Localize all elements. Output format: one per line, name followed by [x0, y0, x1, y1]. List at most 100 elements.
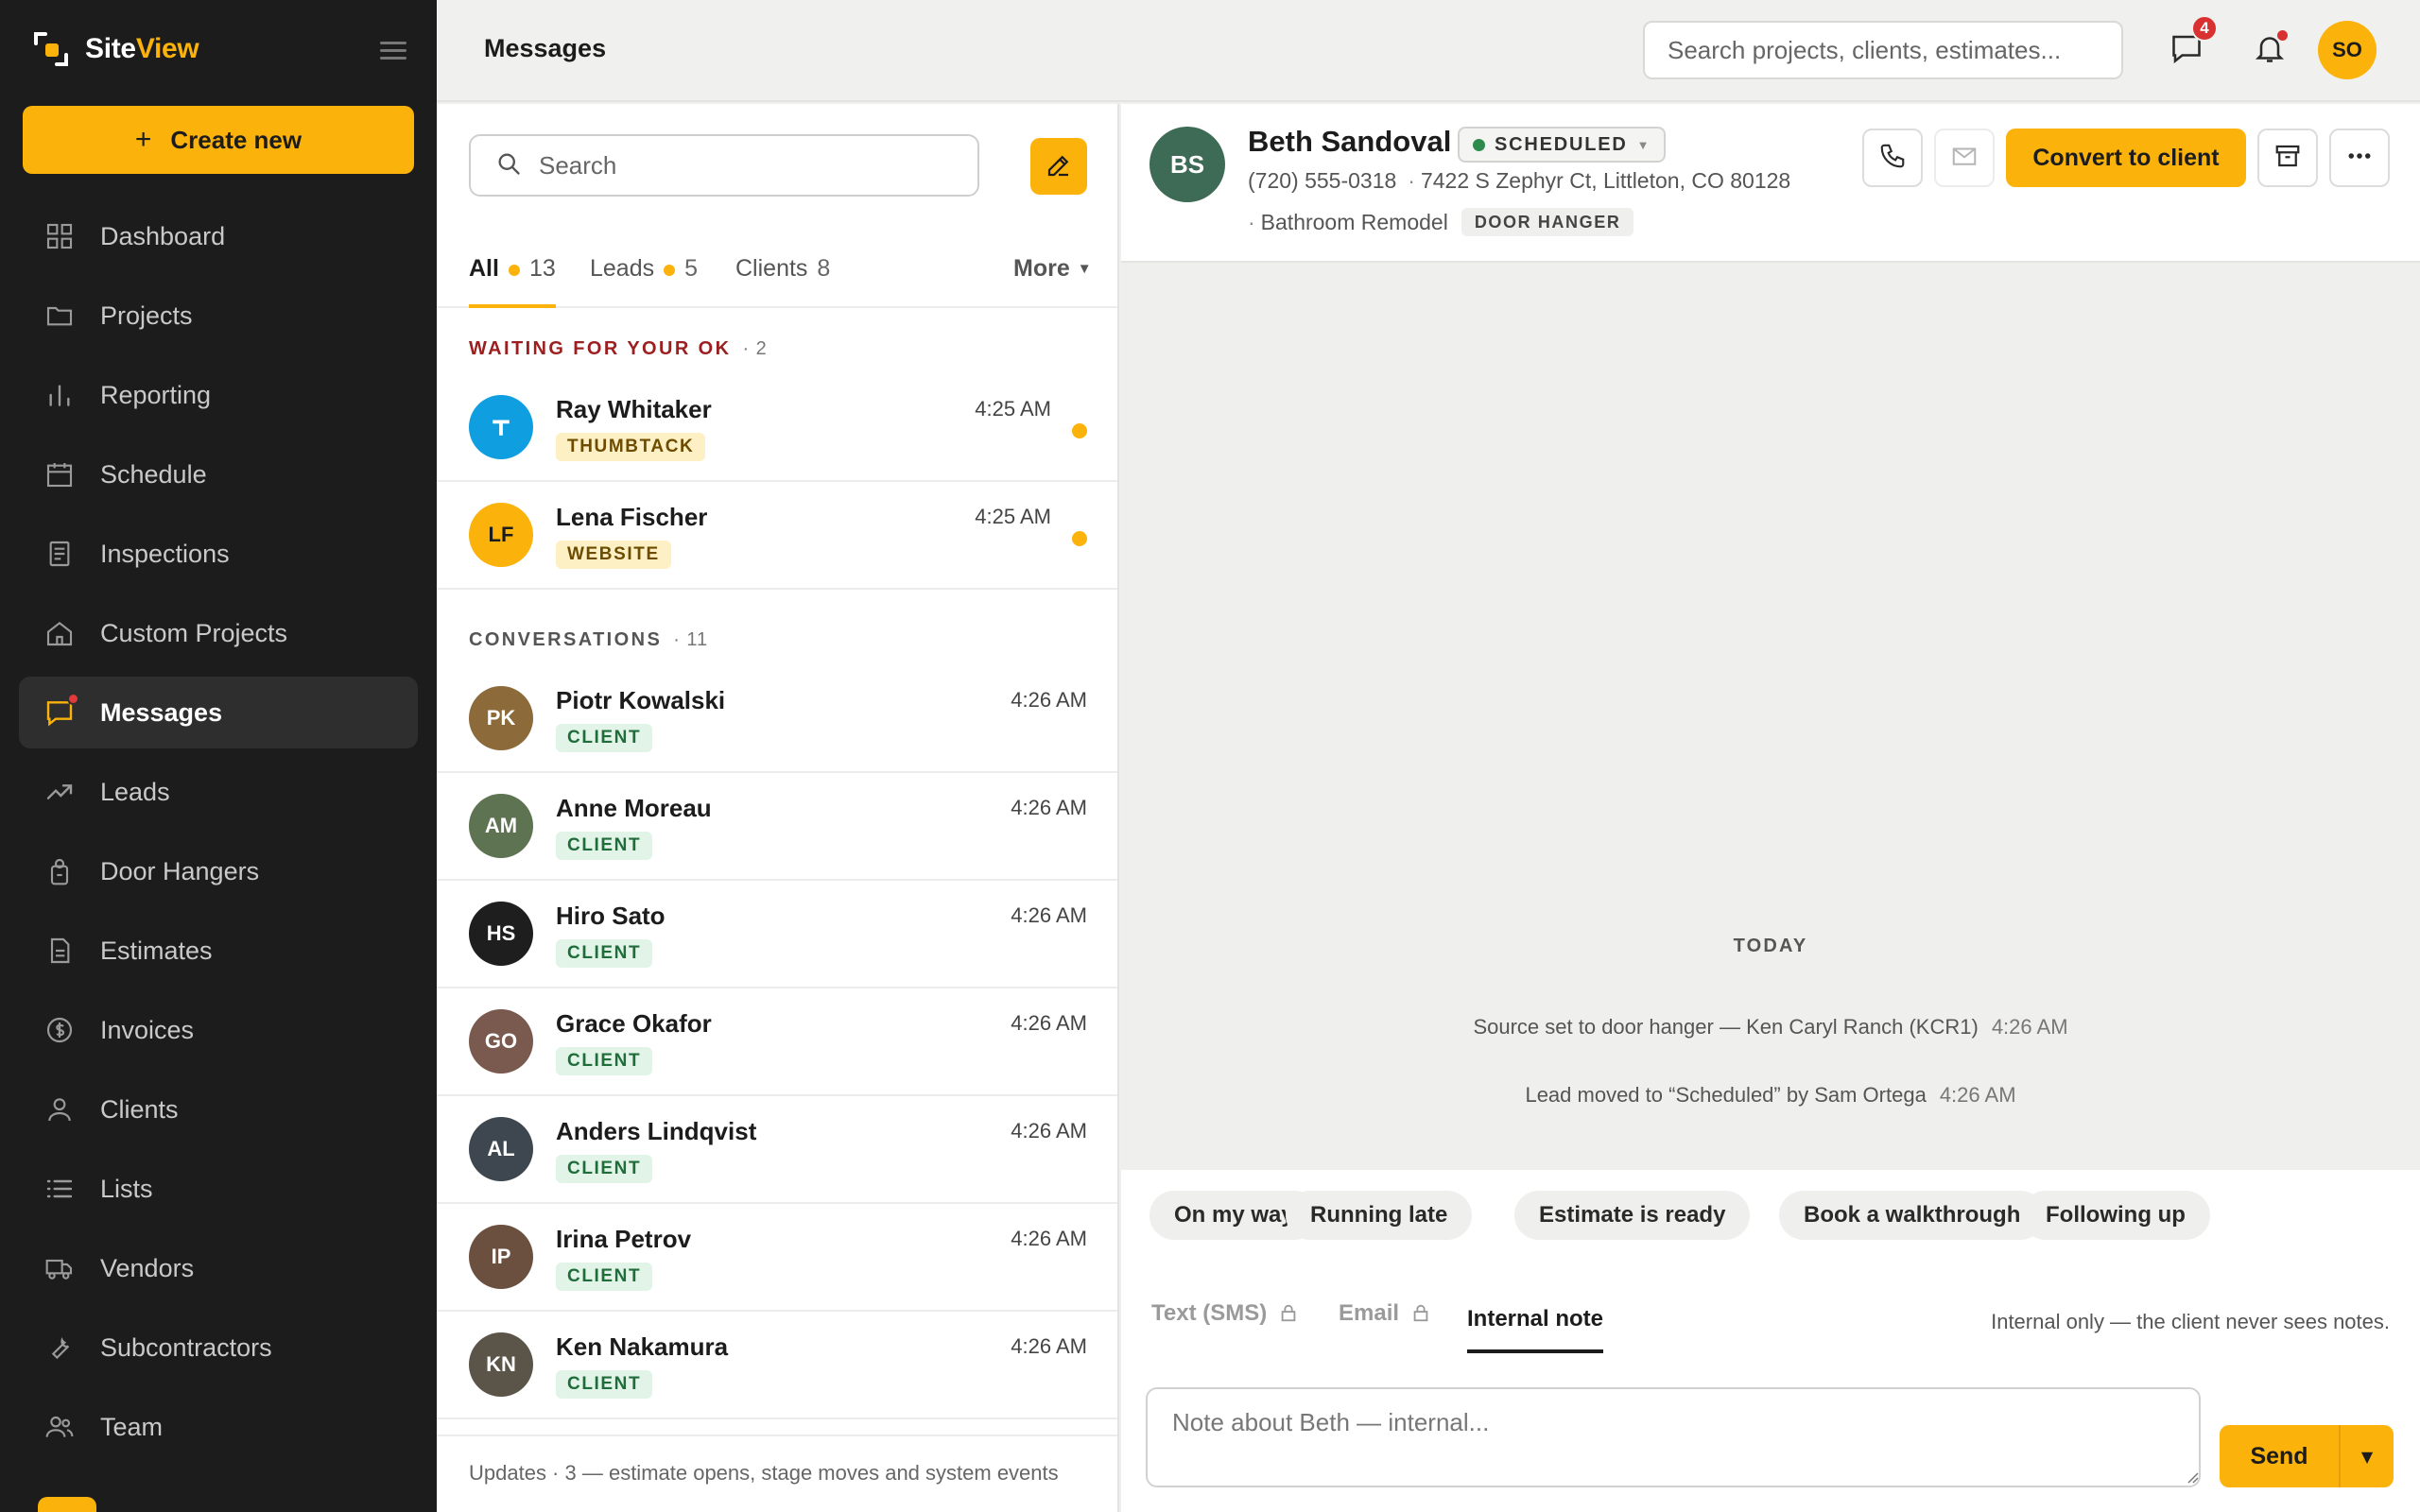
plus-icon: +	[134, 124, 152, 155]
avatar: HS	[469, 902, 533, 966]
sidebar-item-inspections[interactable]: Inspections	[19, 518, 418, 590]
call-button[interactable]	[1862, 129, 1923, 187]
door-hanger-icon	[43, 855, 76, 887]
system-event-time: 4:26 AM	[1939, 1083, 2016, 1107]
conversation-row[interactable]: GO Grace Okafor 4:26 AM CLIENT	[437, 988, 1117, 1096]
lock-icon	[1410, 1300, 1431, 1330]
send-options-button[interactable]: ▼	[2339, 1425, 2394, 1487]
sidebar-item-custom-projects[interactable]: Custom Projects	[19, 597, 418, 669]
quick-reply-chip[interactable]: Running late	[1286, 1191, 1473, 1240]
tab-email[interactable]: Email	[1339, 1300, 1431, 1348]
conversation-name: Irina Petrov	[556, 1225, 692, 1253]
conversations-section-header: CONVERSATIONS · 11	[469, 629, 709, 650]
mode-label: Email	[1339, 1300, 1400, 1326]
quick-reply-chip[interactable]: Following up	[2021, 1191, 2210, 1240]
conversation-time: 4:26 AM	[1011, 796, 1087, 819]
tab-internal-note[interactable]: Internal note	[1467, 1306, 1604, 1353]
sidebar-item-label: Leads	[100, 777, 170, 806]
sidebar-item-leads[interactable]: Leads	[19, 756, 418, 828]
tab-leads[interactable]: Leads 5	[590, 255, 698, 308]
sidebar-item-reporting[interactable]: Reporting	[19, 359, 418, 431]
sidebar-item-vendors[interactable]: Vendors	[19, 1232, 418, 1304]
document-icon	[43, 935, 76, 967]
tab-clients[interactable]: Clients 8	[735, 255, 830, 308]
thread-timeline: TODAY Source set to door hanger — Ken Ca…	[1121, 263, 2420, 1170]
compose-button[interactable]	[1030, 138, 1087, 195]
sidebar: SiteView + Create new Dashboard Projects…	[0, 0, 437, 1512]
contact-project: · Bathroom Remodel DOOR HANGER	[1248, 208, 1634, 236]
search-icon	[495, 150, 522, 181]
sidebar-item-label: Projects	[100, 301, 193, 330]
tab-text-sms[interactable]: Text (SMS)	[1151, 1300, 1299, 1348]
conversation-row[interactable]: AM Anne Moreau 4:26 AM CLIENT	[437, 773, 1117, 881]
conversation-time: 4:25 AM	[975, 397, 1051, 421]
chat-icon	[43, 693, 79, 729]
conversation-row[interactable]: HS Hiro Sato 4:26 AM CLIENT	[437, 881, 1117, 988]
sidebar-item-clients[interactable]: Clients	[19, 1074, 418, 1145]
conversation-search[interactable]	[469, 134, 979, 197]
tab-label: All	[469, 255, 499, 282]
brand[interactable]: SiteView	[32, 30, 199, 68]
sidebar-item-subcontractors[interactable]: Subcontractors	[19, 1312, 418, 1383]
conversation-row[interactable]: LF Lena Fischer 4:25 AM WEBSITE	[437, 482, 1117, 590]
sidebar-item-estimates[interactable]: Estimates	[19, 915, 418, 987]
person-icon	[43, 1093, 76, 1125]
sidebar-item-team[interactable]: Team	[19, 1391, 418, 1463]
client-tag: CLIENT	[556, 1047, 653, 1075]
send-button[interactable]: Send	[2220, 1425, 2339, 1487]
avatar: AM	[469, 794, 533, 858]
tab-more[interactable]: More ▼	[1013, 255, 1092, 283]
quick-reply-chip[interactable]: Book a walkthrough	[1779, 1191, 2046, 1240]
pencil-icon	[1045, 151, 1073, 182]
email-button[interactable]	[1934, 129, 1995, 187]
quick-reply-chip[interactable]: Estimate is ready	[1514, 1191, 1751, 1240]
status-dropdown[interactable]: SCHEDULED ▼	[1458, 127, 1667, 163]
conversation-row[interactable]: KN Ken Nakamura 4:26 AM CLIENT	[437, 1312, 1117, 1419]
conversation-search-input[interactable]	[539, 150, 974, 180]
conversation-name: Anders Lindqvist	[556, 1117, 757, 1145]
conversation-row[interactable]: Ray Whitaker 4:25 AM THUMBTACK	[437, 374, 1117, 482]
internal-note-hint: Internal only — the client never sees no…	[1991, 1310, 2390, 1333]
conversation-row[interactable]: AL Anders Lindqvist 4:26 AM CLIENT	[437, 1096, 1117, 1204]
sidebar-item-invoices[interactable]: Invoices	[19, 994, 418, 1066]
conversation-name: Ray Whitaker	[556, 395, 712, 423]
client-tag: CLIENT	[556, 724, 653, 752]
conversation-row[interactable]: PK Piotr Kowalski 4:26 AM CLIENT	[437, 665, 1117, 773]
client-tag: CLIENT	[556, 832, 653, 860]
conversation-name: Hiro Sato	[556, 902, 666, 930]
sidebar-item-lists[interactable]: Lists	[19, 1153, 418, 1225]
mode-label: Text (SMS)	[1151, 1300, 1268, 1326]
user-avatar[interactable]: SO	[2318, 21, 2377, 79]
menu-icon[interactable]	[378, 36, 408, 64]
sidebar-item-messages[interactable]: Messages	[19, 677, 418, 748]
notifications-button[interactable]	[2248, 28, 2291, 72]
tab-all[interactable]: All 13	[469, 255, 556, 308]
conversation-list-panel: All 13 Leads 5 Clients 8 More ▼ WAITING F…	[437, 104, 1119, 1512]
conversation-name: Ken Nakamura	[556, 1332, 729, 1361]
topbar: Messages 4 SO	[437, 0, 2420, 102]
archive-button[interactable]	[2257, 129, 2318, 187]
sidebar-item-schedule[interactable]: Schedule	[19, 438, 418, 510]
client-tag: CLIENT	[556, 1370, 653, 1399]
more-options-button[interactable]	[2329, 129, 2390, 187]
calendar-icon	[43, 458, 76, 490]
create-new-button[interactable]: + Create new	[23, 106, 414, 174]
sidebar-item-dashboard[interactable]: Dashboard	[19, 200, 418, 272]
sidebar-footer-button[interactable]	[38, 1497, 96, 1512]
composer: On my way Running late Estimate is ready…	[1121, 1170, 2420, 1512]
sidebar-item-projects[interactable]: Projects	[19, 280, 418, 352]
updates-footer[interactable]: Updates · 3 — estimate opens, stage move…	[437, 1435, 1117, 1512]
grid-icon	[43, 220, 76, 252]
source-tag: DOOR HANGER	[1461, 208, 1634, 236]
resize-handle-icon[interactable]	[2186, 1470, 2199, 1484]
thread-header: BS Beth Sandoval SCHEDULED ▼ (720) 555-0…	[1121, 104, 2420, 263]
convert-to-client-button[interactable]: Convert to client	[2006, 129, 2246, 187]
note-input[interactable]	[1146, 1387, 2201, 1487]
sidebar-item-door-hangers[interactable]: Door Hangers	[19, 835, 418, 907]
conversation-row[interactable]: IP Irina Petrov 4:26 AM CLIENT	[437, 1204, 1117, 1312]
messages-button[interactable]: 4	[2165, 15, 2218, 72]
filter-tabs: All 13 Leads 5 Clients 8 More ▼	[437, 236, 1117, 308]
global-search-input[interactable]	[1643, 21, 2123, 79]
siteview-logo-icon	[32, 30, 70, 68]
sidebar-item-label: Custom Projects	[100, 618, 288, 647]
